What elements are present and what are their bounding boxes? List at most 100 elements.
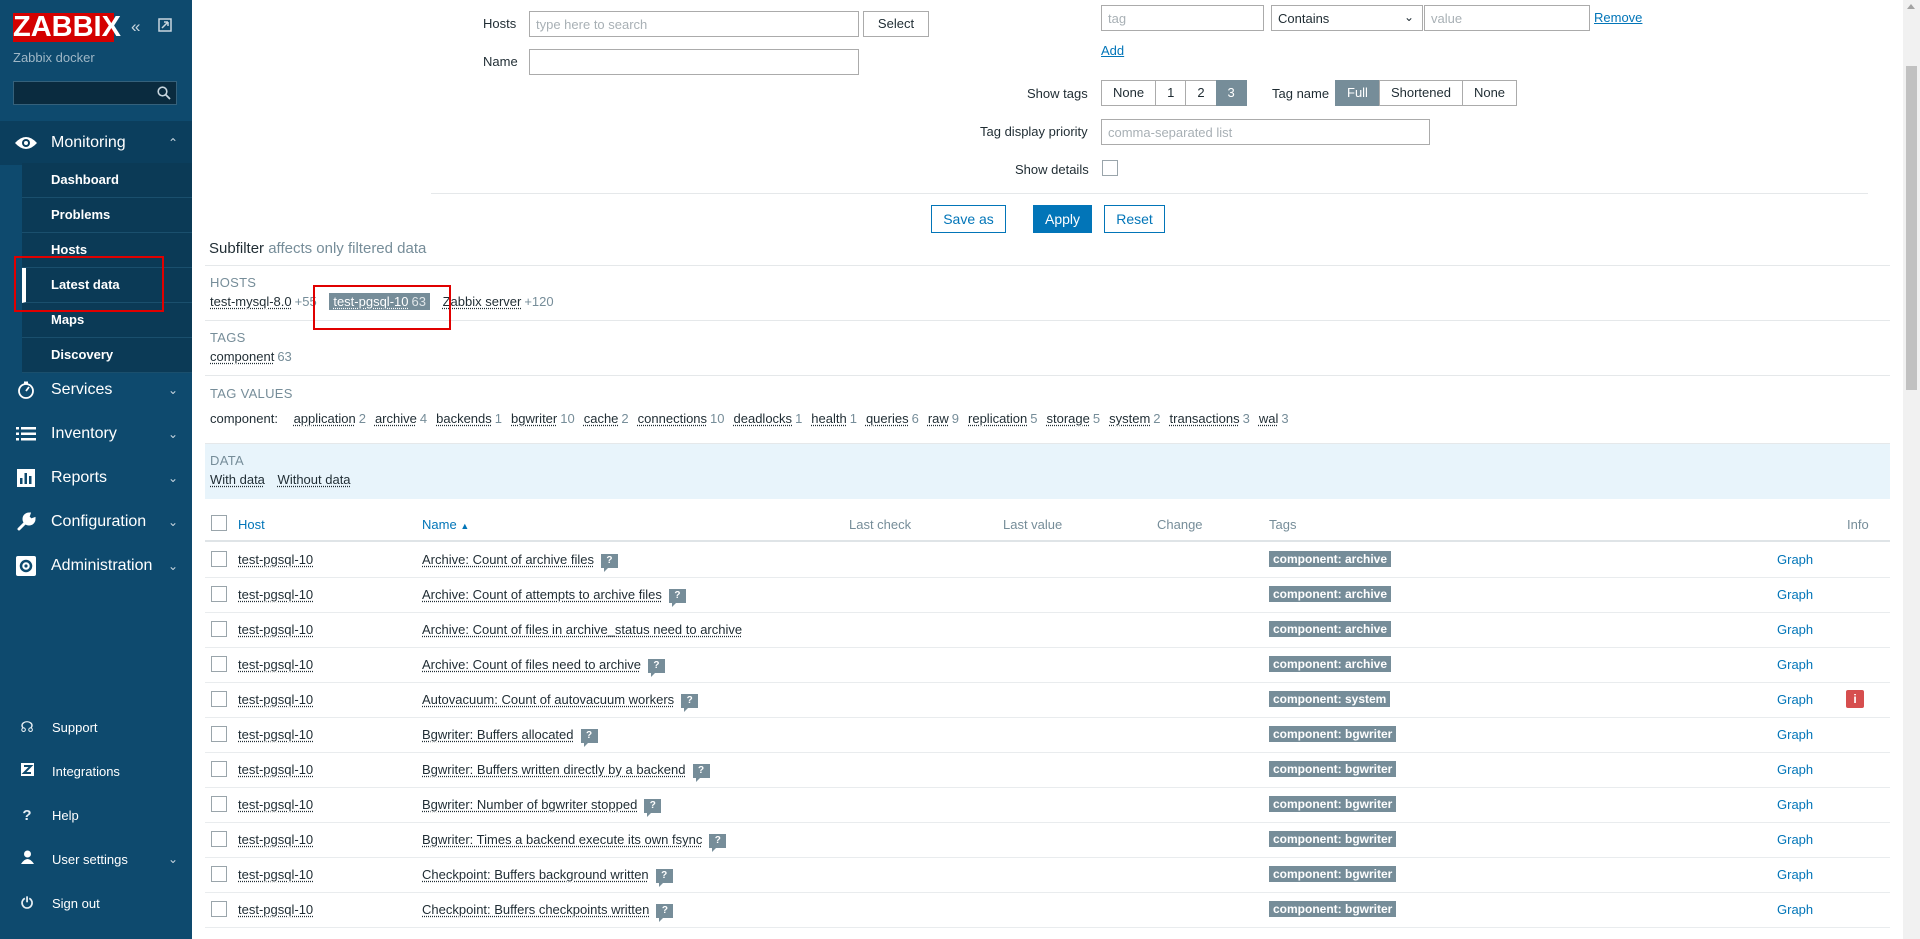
subfilter-tag-value-name[interactable]: deadlocks — [734, 411, 793, 426]
row-host-link[interactable]: test-pgsql-10 — [238, 587, 313, 602]
subfilter-tag-value-name[interactable]: bgwriter — [511, 411, 557, 426]
subfilter-host-item-selected[interactable]: test-pgsql-10 63 — [329, 293, 430, 310]
row-item-name-link[interactable]: Checkpoint: Buffers background written — [422, 867, 649, 882]
subfilter-host-item[interactable]: test-mysql-8.0 +55 — [210, 294, 317, 309]
row-checkbox[interactable] — [211, 691, 227, 707]
row-checkbox[interactable] — [211, 796, 227, 812]
subfilter-host-item[interactable]: Zabbix server +120 — [443, 294, 554, 309]
nav-user-settings[interactable]: User settings ⌄ — [0, 839, 192, 879]
help-hint-icon[interactable]: ? — [600, 554, 618, 572]
tag-input[interactable]: tag — [1101, 5, 1264, 31]
help-hint-icon[interactable]: ? — [668, 589, 686, 607]
subfilter-tag-value-item[interactable]: connections 10 — [638, 411, 725, 426]
row-tag-badge[interactable]: component: bgwriter — [1269, 726, 1397, 742]
subfilter-tag-value-name[interactable]: health — [811, 411, 846, 426]
row-tag-badge[interactable]: component: system — [1269, 691, 1391, 707]
show-tags-3[interactable]: 3 — [1215, 80, 1247, 106]
row-graph-link[interactable]: Graph — [1777, 552, 1813, 567]
row-item-name-link[interactable]: Bgwriter: Buffers allocated — [422, 727, 574, 742]
row-host-link[interactable]: test-pgsql-10 — [238, 692, 313, 707]
row-graph-link[interactable]: Graph — [1777, 587, 1813, 602]
apply-button[interactable]: Apply — [1033, 205, 1092, 233]
subfilter-tag-value-item[interactable]: bgwriter 10 — [511, 411, 575, 426]
nav-help[interactable]: ? Help — [0, 795, 192, 835]
nav-inventory[interactable]: Inventory ⌄ — [0, 412, 192, 456]
tag-operator-select[interactable]: Contains ⌄ — [1271, 5, 1423, 31]
row-graph-link[interactable]: Graph — [1777, 867, 1813, 882]
nav-maps[interactable]: Maps — [22, 303, 192, 338]
row-item-name-link[interactable]: Bgwriter: Number of bgwriter stopped — [422, 797, 637, 812]
tag-name-full[interactable]: Full — [1335, 80, 1380, 106]
subfilter-tag-value-item[interactable]: health 1 — [811, 411, 857, 426]
show-details-checkbox[interactable] — [1102, 160, 1118, 176]
row-host-link[interactable]: test-pgsql-10 — [238, 832, 313, 847]
row-host-link[interactable]: test-pgsql-10 — [238, 762, 313, 777]
help-hint-icon[interactable]: ? — [655, 869, 673, 887]
subfilter-tag-value-name[interactable]: replication — [968, 411, 1027, 426]
subfilter-tag-value-item[interactable]: wal 3 — [1259, 411, 1289, 426]
row-graph-link[interactable]: Graph — [1777, 902, 1813, 917]
subfilter-tag-value-name[interactable]: raw — [928, 411, 949, 426]
row-tag-badge[interactable]: component: bgwriter — [1269, 901, 1397, 917]
show-tags-2[interactable]: 2 — [1185, 80, 1217, 106]
help-hint-icon[interactable]: ? — [692, 764, 710, 782]
hosts-select-button[interactable]: Select — [863, 11, 929, 37]
subfilter-host-name[interactable]: test-pgsql-10 — [333, 294, 408, 309]
scrollbar-thumb[interactable] — [1906, 66, 1917, 390]
row-host-link[interactable]: test-pgsql-10 — [238, 902, 313, 917]
collapse-sidebar-icon[interactable]: « — [131, 18, 140, 36]
subfilter-tag-value-name[interactable]: system — [1109, 411, 1150, 426]
subfilter-tag-item[interactable]: component 63 — [210, 349, 292, 364]
nav-dashboard[interactable]: Dashboard — [22, 163, 192, 198]
subfilter-tag-value-item[interactable]: cache 2 — [584, 411, 629, 426]
search-icon[interactable] — [157, 86, 171, 103]
row-item-name-link[interactable]: Archive: Count of attempts to archive fi… — [422, 587, 662, 602]
subfilter-tag-value-name[interactable]: cache — [584, 411, 619, 426]
subfilter-tag-value-item[interactable]: backends 1 — [436, 411, 502, 426]
nav-reports[interactable]: Reports ⌄ — [0, 456, 192, 500]
row-checkbox[interactable] — [211, 761, 227, 777]
row-host-link[interactable]: test-pgsql-10 — [238, 797, 313, 812]
subfilter-tag-value-item[interactable]: transactions 3 — [1170, 411, 1250, 426]
subfilter-tag-value-item[interactable]: raw 9 — [928, 411, 959, 426]
nav-monitoring[interactable]: Monitoring ⌃ — [0, 121, 192, 165]
tag-name-none[interactable]: None — [1461, 80, 1518, 106]
column-name[interactable]: Name ▲ — [422, 517, 469, 532]
row-tag-badge[interactable]: component: bgwriter — [1269, 761, 1397, 777]
nav-services[interactable]: Services ⌄ — [0, 368, 192, 412]
scroll-up-arrow[interactable] — [1907, 4, 1915, 9]
subfilter-tag-value-name[interactable]: archive — [375, 411, 417, 426]
row-graph-link[interactable]: Graph — [1777, 657, 1813, 672]
nav-latest-data[interactable]: Latest data — [22, 268, 192, 303]
row-item-name-link[interactable]: Bgwriter: Times a backend execute its ow… — [422, 832, 702, 847]
remove-tag-link[interactable]: Remove — [1594, 10, 1642, 25]
subfilter-tag-value-name[interactable]: connections — [638, 411, 707, 426]
zabbix-logo[interactable]: ZABBIX — [13, 13, 121, 42]
row-tag-badge[interactable]: component: archive — [1269, 621, 1392, 637]
add-tag-link[interactable]: Add — [1101, 43, 1124, 58]
row-graph-link[interactable]: Graph — [1777, 832, 1813, 847]
sidebar-search-input[interactable] — [13, 81, 177, 105]
help-hint-icon[interactable]: ? — [681, 694, 699, 712]
reset-button[interactable]: Reset — [1104, 205, 1165, 233]
subfilter-tag-value-name[interactable]: queries — [866, 411, 909, 426]
row-host-link[interactable]: test-pgsql-10 — [238, 552, 313, 567]
row-graph-link[interactable]: Graph — [1777, 762, 1813, 777]
row-graph-link[interactable]: Graph — [1777, 692, 1813, 707]
help-hint-icon[interactable]: ? — [647, 659, 665, 677]
column-host[interactable]: Host — [238, 517, 265, 532]
subfilter-with-data[interactable]: With data — [210, 472, 265, 487]
subfilter-tag-value-name[interactable]: storage — [1047, 411, 1090, 426]
row-checkbox[interactable] — [211, 866, 227, 882]
row-checkbox[interactable] — [211, 586, 227, 602]
nav-hosts[interactable]: Hosts — [22, 233, 192, 268]
row-item-name-link[interactable]: Archive: Count of files need to archive — [422, 657, 641, 672]
with-data-link[interactable]: With data — [210, 472, 265, 487]
nav-problems[interactable]: Problems — [22, 198, 192, 233]
subfilter-tag-value-item[interactable]: storage 5 — [1047, 411, 1101, 426]
subfilter-tag-value-item[interactable]: deadlocks 1 — [734, 411, 803, 426]
row-tag-badge[interactable]: component: archive — [1269, 656, 1392, 672]
row-item-name-link[interactable]: Checkpoint: Buffers checkpoints written — [422, 902, 649, 917]
row-checkbox[interactable] — [211, 551, 227, 567]
subfilter-tag-value-name[interactable]: transactions — [1170, 411, 1240, 426]
